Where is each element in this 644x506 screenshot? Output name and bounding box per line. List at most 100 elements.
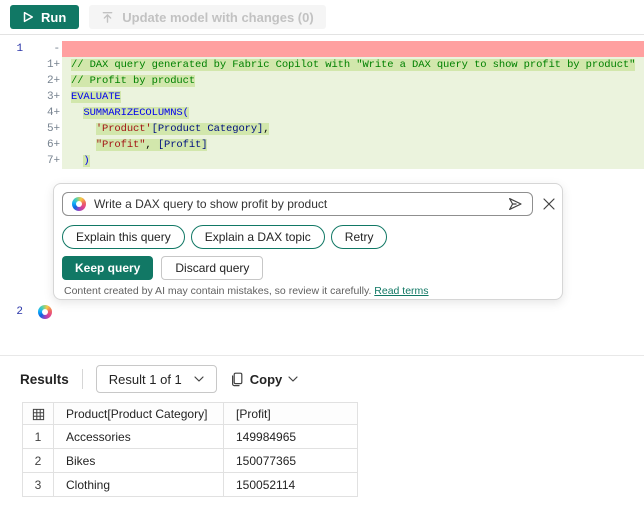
results-divider	[0, 355, 644, 356]
gutter-original-line-number	[0, 121, 28, 137]
code-line[interactable]: 1+ // DAX query generated by Fabric Copil…	[0, 57, 644, 73]
profit-cell[interactable]: 150052114	[223, 472, 358, 497]
code-line-content: // DAX query generated by Fabric Copilot…	[62, 57, 644, 73]
category-cell[interactable]: Clothing	[53, 472, 224, 497]
gutter-original-line-number	[0, 153, 28, 169]
copy-label: Copy	[249, 371, 283, 387]
results-table: Product[Product Category] [Profit] 1 Acce…	[22, 402, 358, 497]
copilot-icon[interactable]	[38, 305, 52, 319]
discard-query-button[interactable]: Discard query	[161, 256, 264, 280]
table-row[interactable]: 2 Bikes 150077365	[22, 448, 358, 473]
gutter-original-line-number	[0, 57, 28, 73]
code-token: "Profit"	[95, 139, 146, 151]
gutter-original-line-number	[0, 73, 28, 89]
gutter-original-line-number	[0, 137, 28, 153]
result-selector-value: Result 1 of 1	[108, 371, 182, 387]
copy-button[interactable]: Copy	[230, 372, 299, 387]
code-token: ,	[263, 123, 270, 135]
dax-query-view: Run Update model with changes (0) 1-1+//…	[0, 0, 644, 506]
code-line[interactable]: 7+ )	[0, 153, 644, 169]
vertical-divider	[81, 369, 83, 389]
code-token: [Product Category]	[151, 123, 264, 135]
code-token: ,	[145, 139, 158, 151]
dax-editor[interactable]: 1-1+// DAX query generated by Fabric Cop…	[0, 41, 644, 169]
code-token: // Profit by product	[71, 75, 196, 87]
code-token: SUMMARIZECOLUMNS(	[83, 107, 189, 119]
code-line-content: "Profit", [Profit]	[62, 137, 644, 153]
copy-icon	[230, 372, 244, 387]
code-line[interactable]: 1-	[0, 41, 644, 57]
copilot-actions: Keep query Discard query	[62, 256, 264, 280]
code-line[interactable]: 5+ 'Product'[Product Category],	[0, 121, 644, 137]
code-line-content: 'Product'[Product Category],	[62, 121, 644, 137]
gutter-diff-line-number: 1+	[46, 59, 60, 71]
keep-query-button[interactable]: Keep query	[62, 256, 154, 280]
send-icon[interactable]	[507, 196, 523, 212]
results-label: Results	[20, 371, 69, 387]
ai-disclaimer-text: Content created by AI may contain mistak…	[64, 285, 372, 297]
gutter-diff-line-number: 3+	[46, 91, 60, 103]
play-icon	[23, 11, 34, 23]
editor-cursor-line[interactable]: 2	[0, 304, 52, 320]
gutter-original-line-number	[0, 89, 28, 105]
read-terms-link[interactable]: Read terms	[374, 285, 428, 297]
code-line-content	[62, 41, 644, 57]
copilot-prompt-row: Write a DAX query to show profit by prod…	[62, 192, 556, 216]
category-cell[interactable]: Accessories	[53, 424, 224, 449]
chevron-down-icon	[288, 376, 298, 382]
run-button[interactable]: Run	[10, 5, 80, 29]
results-table-header: Product[Product Category] [Profit]	[22, 402, 358, 425]
copilot-prompt-input[interactable]: Write a DAX query to show profit by prod…	[62, 192, 533, 216]
select-all-cell[interactable]	[22, 402, 54, 425]
code-line-content: // Profit by product	[62, 73, 644, 89]
row-number-cell[interactable]: 3	[22, 472, 54, 497]
code-line[interactable]: 2+ // Profit by product	[0, 73, 644, 89]
result-selector-dropdown[interactable]: Result 1 of 1	[95, 365, 217, 393]
retry-button[interactable]: Retry	[330, 225, 388, 249]
profit-cell[interactable]: 150077365	[223, 448, 358, 473]
run-label: Run	[41, 9, 67, 25]
explain-a-dax-topic-button[interactable]: Explain a DAX topic	[190, 225, 325, 249]
ai-disclaimer: Content created by AI may contain mistak…	[64, 285, 552, 297]
code-token: 'Product'	[95, 123, 152, 135]
column-header-product-category[interactable]: Product[Product Category]	[53, 402, 224, 425]
copilot-suggestions: Explain this query Explain a DAX topic R…	[62, 225, 388, 249]
code-line[interactable]: 4+ SUMMARIZECOLUMNS(	[0, 105, 644, 121]
row-number-cell[interactable]: 2	[22, 448, 54, 473]
upload-arrow-icon	[101, 11, 114, 24]
code-line-content: )	[62, 153, 644, 169]
code-token: EVALUATE	[71, 91, 121, 103]
update-model-button[interactable]: Update model with changes (0)	[89, 5, 326, 29]
code-token: [Profit]	[157, 139, 208, 151]
row-number-cell[interactable]: 1	[22, 424, 54, 449]
gutter-original-line-number: 1	[16, 43, 23, 55]
update-model-label: Update model with changes (0)	[122, 9, 314, 25]
table-row[interactable]: 1 Accessories 149984965	[22, 424, 358, 449]
gutter-original-line-number	[0, 105, 28, 121]
gutter-diff-line-number: 6+	[46, 139, 60, 151]
code-line[interactable]: 3+ EVALUATE	[0, 89, 644, 105]
category-cell[interactable]: Bikes	[53, 448, 224, 473]
prompt-text: Write a DAX query to show profit by prod…	[94, 197, 328, 211]
query-toolbar: Run Update model with changes (0)	[0, 0, 644, 35]
copilot-inline-widget: Write a DAX query to show profit by prod…	[53, 183, 563, 300]
gutter-diff-line-number: 7+	[46, 155, 60, 167]
close-icon[interactable]	[542, 197, 556, 211]
gutter-diff-line-number: -	[53, 43, 60, 55]
code-token: )	[83, 155, 90, 167]
explain-this-query-button[interactable]: Explain this query	[62, 225, 185, 249]
gutter-diff-line-number: 5+	[46, 123, 60, 135]
code-line-content: EVALUATE	[62, 89, 644, 105]
table-row[interactable]: 3 Clothing 150052114	[22, 472, 358, 497]
code-line[interactable]: 6+ "Profit", [Profit]	[0, 137, 644, 153]
table-grid-icon	[32, 408, 45, 421]
profit-cell[interactable]: 149984965	[223, 424, 358, 449]
code-token: // DAX query generated by Fabric Copilot…	[71, 59, 636, 71]
copilot-icon	[72, 197, 86, 211]
column-header-profit[interactable]: [Profit]	[223, 402, 358, 425]
editor-gutter-line-number: 2	[16, 306, 23, 318]
